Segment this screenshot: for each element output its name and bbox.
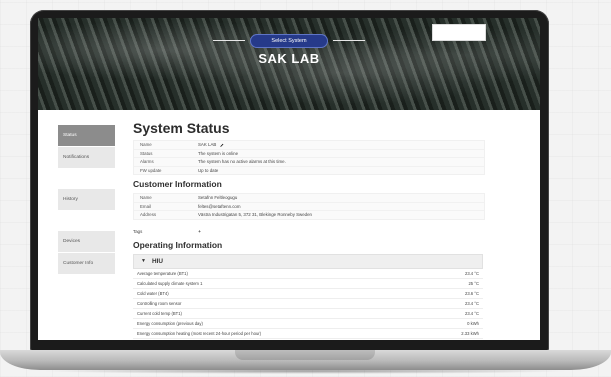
header-line-right <box>333 40 365 41</box>
table-row: Name SAK LAB <box>134 141 484 149</box>
metric-label: Current cold temp (BT1) <box>137 310 182 316</box>
app-screen: Select System SAK LAB Status Notificatio… <box>38 18 540 340</box>
row-value: The system has no active alarms at this … <box>198 159 286 165</box>
row-key: Status <box>140 150 153 156</box>
metric-label: Average temperature (BT1) <box>137 270 188 276</box>
metric-value: 23.6 °C <box>464 290 479 296</box>
row-key: Address <box>140 212 157 218</box>
metric-label: Cold water (BT4) <box>137 290 169 296</box>
sidebar-item-status[interactable]: Status <box>58 124 115 146</box>
metric-label: Calculated supply climate system 1 <box>137 280 203 286</box>
list-item: Controlling room sensor 23.4 °C <box>133 299 483 309</box>
row-value: feltes@setaftenn.com <box>198 203 241 209</box>
table-row: Name Setafnn Feltleogugu <box>134 194 484 202</box>
sidebar-item-devices[interactable]: Devices <box>58 230 115 252</box>
row-value: SAK LAB <box>198 142 478 147</box>
operating-information-title: Operating Information <box>133 239 223 250</box>
sidebar-item-history[interactable]: History <box>58 188 115 210</box>
list-item: Current cold temp (BT1) 23.4 °C <box>133 309 483 319</box>
metric-value: 0 kWh <box>467 320 479 326</box>
add-tag-button[interactable]: + <box>198 229 201 234</box>
row-value: Västra Industrigatan 5, 372 31, Blekinge… <box>198 212 312 218</box>
hero-header: Select System SAK LAB <box>38 18 540 110</box>
metric-value: 23.4 °C <box>464 270 479 276</box>
sidebar-item-notifications[interactable]: Notifications <box>58 146 115 168</box>
system-status-table: Name SAK LAB Status The system is online… <box>133 140 485 175</box>
operating-information-list: Average temperature (BT1) 23.4 °C Calcul… <box>133 269 483 339</box>
row-value-text: SAK LAB <box>198 142 217 148</box>
hiu-section-label: HIU <box>151 257 163 265</box>
customer-information-title: Customer Information <box>133 179 222 189</box>
tags-label: Tags <box>133 228 143 234</box>
metric-label: Controlling room sensor <box>137 300 182 306</box>
list-item: Energy consumption (previous day) 0 kWh <box>133 319 483 329</box>
edit-icon[interactable] <box>219 143 224 148</box>
metric-label: Energy consumption (previous day) <box>137 320 203 326</box>
list-item: Average temperature (BT1) 23.4 °C <box>133 269 483 279</box>
row-key: Email <box>140 203 151 209</box>
chevron-down-icon: ▼ <box>141 258 146 264</box>
select-system-button[interactable]: Select System <box>250 34 328 48</box>
list-item: Calculated supply climate system 1 25 °C <box>133 279 483 289</box>
sidebar-item-label: Customer Info <box>63 261 94 266</box>
metric-label: Energy consumption heating (most recent … <box>137 330 262 336</box>
list-item: Cold water (BT4) 23.6 °C <box>133 289 483 299</box>
metric-value: 23.4 °C <box>464 310 479 316</box>
row-key: Name <box>140 142 152 148</box>
sidebar-spacer <box>58 210 115 230</box>
metric-value: 2.33 kWh <box>461 330 479 336</box>
table-row: Address Västra Industrigatan 5, 372 31, … <box>134 210 484 219</box>
table-row: Email feltes@setaftenn.com <box>134 201 484 210</box>
header-logo-placeholder <box>432 24 486 41</box>
header-line-left <box>213 40 245 41</box>
table-row: Alarms The system has no active alarms a… <box>134 157 484 166</box>
hiu-section-header[interactable]: ▼ HIU <box>133 253 483 269</box>
laptop-notch <box>235 350 375 360</box>
sidebar-spacer <box>58 168 115 188</box>
row-key: Alarms <box>140 159 154 165</box>
row-value: Up to date <box>198 167 219 173</box>
list-item: Energy consumption heating (most recent … <box>133 329 483 339</box>
sidebar-item-label: Notifications <box>63 155 90 160</box>
row-key: FW update <box>140 167 162 173</box>
row-value: The system is online <box>198 150 239 156</box>
sidebar-item-label: Devices <box>63 239 81 244</box>
metric-value: 23.4 °C <box>464 300 479 306</box>
metric-value: 25 °C <box>468 280 479 286</box>
sidebar-item-label: History <box>63 197 78 202</box>
row-key: Name <box>140 195 152 201</box>
sidebar-menu: Status Notifications History Devices Cus… <box>58 124 115 274</box>
table-row: Status The system is online <box>134 148 484 157</box>
system-status-title: System Status <box>133 120 230 136</box>
table-row: FW update Up to date <box>134 165 484 174</box>
main-content: System Status Name SAK LAB Status The sy… <box>133 120 485 339</box>
customer-information-table: Name Setafnn Feltleogugu Email feltes@se… <box>133 193 485 220</box>
page-title: SAK LAB <box>258 51 320 66</box>
sidebar-item-customer-info[interactable]: Customer Info <box>58 252 115 274</box>
sidebar-item-label: Status <box>63 133 77 138</box>
row-value: Setafnn Feltleogugu <box>198 195 238 201</box>
tags-row: Tags + <box>133 227 483 236</box>
